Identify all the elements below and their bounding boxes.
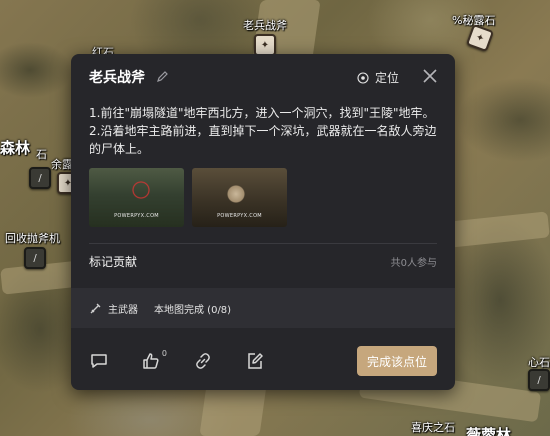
point-detail-panel: 老兵战斧 定位 1.前往"崩塌隧道"地牢西北方，进入一个洞穴，找到"王陵"地牢。…	[71, 54, 455, 390]
contribution-title: 标记贡献	[89, 254, 138, 269]
map-marker-item[interactable]: ✦	[465, 23, 495, 53]
map-label-yu[interactable]: 余露	[51, 156, 73, 172]
map-label-heart-stone[interactable]: 心石	[528, 354, 550, 370]
map-label-stone[interactable]: 石	[36, 146, 47, 162]
description-line: 1.前往"崩塌隧道"地牢西北方，进入一个洞穴，找到"王陵"地牢。	[89, 106, 435, 120]
comment-icon	[91, 354, 107, 368]
thumbnail-list: POWERPYX.COM POWERPYX.COM	[71, 158, 455, 227]
map-label-bottom-right[interactable]: 薇蓉林	[466, 424, 511, 436]
link-icon	[196, 353, 210, 369]
close-icon[interactable]	[421, 67, 439, 85]
action-bar: 0 完成该点位	[71, 332, 455, 390]
contribution-count: 共0人参与	[390, 257, 437, 269]
thumbs-up-icon	[143, 353, 159, 369]
description: 1.前往"崩塌隧道"地牢西北方，进入一个洞穴，找到"王陵"地牢。 2.沿着地牢主…	[71, 100, 455, 158]
comment-button[interactable]	[89, 351, 109, 371]
panel-header: 老兵战斧 定位	[71, 54, 455, 100]
edit-icon	[248, 353, 263, 369]
locate-button[interactable]: 定位	[357, 69, 399, 86]
map-marker-item[interactable]: /	[24, 247, 46, 269]
contribution-row: 标记贡献 共0人参与	[71, 244, 455, 278]
guide-thumbnail[interactable]: POWERPYX.COM	[192, 168, 287, 227]
guide-thumbnail[interactable]: POWERPYX.COM	[89, 168, 184, 227]
map-marker-item[interactable]: /	[528, 369, 550, 391]
map-label-joy-stone[interactable]: 喜庆之石	[411, 419, 455, 435]
edit-button[interactable]	[245, 351, 265, 371]
description-line: 2.沿着地牢主路前进，直到掉下一个深坑，武器就在一名敌人旁边的尸体上。	[89, 124, 437, 156]
weapon-icon	[90, 303, 101, 313]
locate-icon	[357, 71, 369, 84]
complete-point-button[interactable]: 完成该点位	[357, 346, 437, 376]
panel-title: 老兵战斧	[89, 70, 145, 86]
map-label-weapon[interactable]: 老兵战斧	[243, 17, 287, 33]
map-label-reclaim-axe[interactable]: 回收抛斧机	[5, 230, 60, 246]
thumbnail-watermark: POWERPYX.COM	[114, 213, 159, 219]
map-label-forest[interactable]: 森林	[0, 137, 30, 158]
map-marker-weapon[interactable]: ✦	[254, 34, 276, 56]
map-marker-item[interactable]: /	[29, 167, 51, 189]
weapon-category: 主武器	[108, 304, 138, 316]
like-count: 0	[161, 349, 167, 358]
edit-title-icon[interactable]	[155, 70, 169, 84]
like-button[interactable]: 0	[141, 349, 167, 371]
thumbnail-watermark: POWERPYX.COM	[217, 213, 262, 219]
weapon-progress-bar: 主武器 本地图完成 (0/8)	[71, 288, 455, 328]
locate-label: 定位	[374, 71, 399, 85]
map-completion: 本地图完成 (0/8)	[154, 304, 232, 316]
share-link-button[interactable]	[193, 351, 213, 371]
